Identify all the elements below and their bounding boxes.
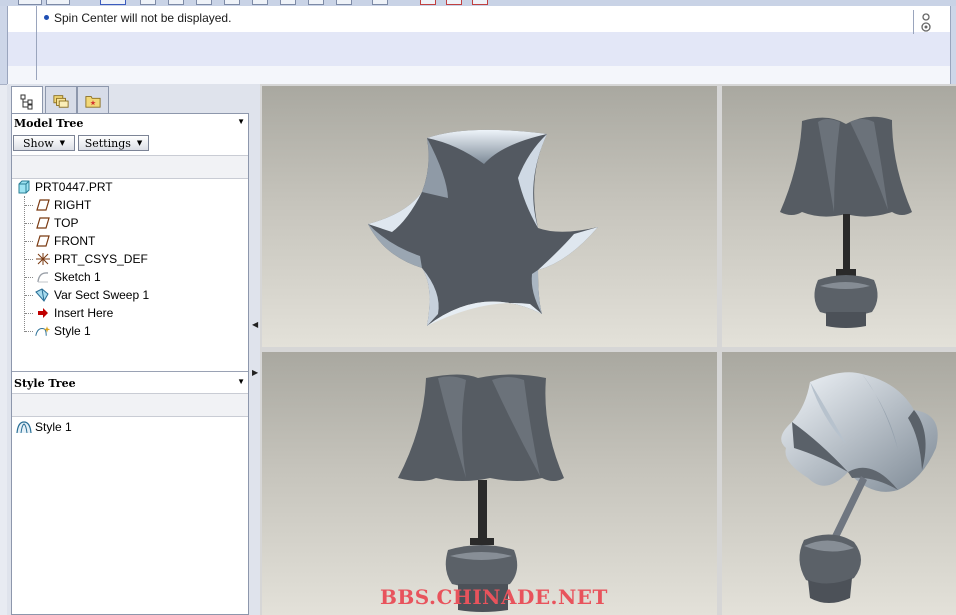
tree-connector [25, 331, 33, 332]
tree-connector [25, 259, 33, 260]
front-view-model [780, 116, 912, 328]
model-tree-title: Model Tree [14, 117, 84, 130]
settings-button[interactable]: Settings ▼ [78, 135, 149, 151]
model-tree-tab[interactable] [11, 86, 43, 116]
toolbar-button[interactable] [308, 0, 324, 5]
message-area-edge [0, 6, 8, 84]
folder-browser-tab-icon [53, 93, 69, 109]
tree-box: Model Tree ▼ Show ▼ Settings ▼ PRT0447.PRT… [11, 113, 249, 615]
message-line: Spin Center will not be displayed. [44, 11, 231, 25]
toolbar-button[interactable] [280, 0, 296, 5]
sweep-icon [35, 288, 51, 302]
datum-plane-icon [35, 234, 51, 248]
part-icon [16, 180, 32, 194]
toolbar-button[interactable] [420, 0, 436, 5]
toolbar-button[interactable] [196, 0, 212, 5]
tree-item-label: TOP [54, 216, 79, 230]
top-view-model [368, 129, 598, 326]
model-tree-filter-bar[interactable] [12, 155, 248, 179]
model-tree-menu-icon[interactable]: ▼ [237, 117, 245, 126]
model-tree-tab-icon [19, 94, 35, 110]
datum-plane-icon [35, 198, 51, 212]
chevron-down-icon: ▼ [59, 139, 66, 147]
tree-item-label: Style 1 [35, 420, 72, 434]
tree-connector [25, 223, 33, 224]
isometric-view-pane[interactable] [722, 352, 956, 615]
tree-section-divider [12, 371, 248, 372]
navigator-panel: Model Tree ▼ Show ▼ Settings ▼ PRT0447.PRT… [7, 84, 250, 615]
tree-item-top[interactable]: TOP [35, 214, 78, 232]
tree-item-label: PRT_CSYS_DEF [54, 252, 148, 266]
tree-item-label: RIGHT [54, 198, 92, 212]
side-view-model [398, 374, 564, 612]
tree-connector [25, 205, 33, 206]
tree-item-part[interactable]: PRT0447.PRT [16, 178, 113, 196]
toolbar-button[interactable] [140, 0, 156, 5]
message-area: Spin Center will not be displayed. [0, 6, 956, 85]
toolbar-button[interactable] [46, 0, 70, 5]
tree-item-label: Style 1 [54, 324, 91, 338]
tree-item-front[interactable]: FRONT [35, 232, 95, 250]
chevron-down-icon: ▼ [136, 139, 143, 147]
show-button[interactable]: Show ▼ [13, 135, 75, 151]
toolbar-button[interactable] [168, 0, 184, 5]
tree-item-csys[interactable]: PRT_CSYS_DEF [35, 250, 148, 268]
toolbar-button[interactable] [100, 0, 126, 5]
expand-right-icon[interactable]: ▶ [252, 368, 258, 378]
folder-browser-tab[interactable] [45, 86, 77, 114]
tree-item-insert-here[interactable]: Insert Here [35, 304, 113, 322]
message-bullet-icon [44, 15, 49, 20]
coordinate-system-icon [35, 252, 51, 266]
tree-connector [25, 295, 33, 296]
tree-item-right[interactable]: RIGHT [35, 196, 91, 214]
panel-splitter[interactable]: ◀ ▶ [250, 84, 260, 615]
settings-button-label: Settings [84, 136, 131, 150]
tree-item-label: PRT0447.PRT [35, 180, 113, 194]
tree-item-sweep[interactable]: Var Sect Sweep 1 [35, 286, 149, 304]
toolbar-button[interactable] [372, 0, 388, 5]
style-tree-filter-bar[interactable] [12, 393, 248, 417]
toolbar-button[interactable] [252, 0, 268, 5]
tree-connector [25, 277, 33, 278]
toolbar-button[interactable] [472, 0, 488, 5]
sketch-icon [35, 270, 51, 284]
tree-connector [25, 241, 33, 242]
tree-item-label: Var Sect Sweep 1 [54, 288, 150, 302]
message-gutter [36, 6, 37, 80]
style-tree-item-style[interactable]: Style 1 [16, 418, 72, 436]
collapse-left-icon[interactable]: ◀ [252, 320, 258, 330]
favorites-tab-icon [85, 93, 101, 109]
style-icon [35, 324, 51, 338]
tree-item-label: Insert Here [54, 306, 114, 320]
style-tree-menu-icon[interactable]: ▼ [237, 377, 245, 386]
message-text: Spin Center will not be displayed. [54, 11, 232, 25]
question-info-icon[interactable] [919, 12, 933, 34]
tree-connector [25, 313, 33, 314]
watermark-text: BBS.CHINADE.NET [380, 585, 608, 609]
style-icon [16, 420, 32, 434]
toolbar-button[interactable] [18, 0, 42, 5]
isometric-view-model [781, 372, 938, 603]
front-view-pane[interactable] [722, 86, 956, 347]
insert-arrow-icon [35, 306, 51, 320]
tree-item-label: FRONT [54, 234, 96, 248]
tree-item-label: Sketch 1 [54, 270, 101, 284]
side-view-pane[interactable] [262, 352, 717, 615]
style-tree-title: Style Tree [14, 377, 76, 390]
favorites-tab[interactable] [77, 86, 109, 114]
graphics-viewport[interactable] [260, 84, 956, 615]
datum-plane-icon [35, 216, 51, 230]
message-divider [913, 10, 914, 34]
show-button-label: Show [22, 136, 54, 150]
toolbar-button[interactable] [446, 0, 462, 5]
tree-connector [24, 196, 25, 332]
toolbar-button[interactable] [224, 0, 240, 5]
message-area-edge [950, 6, 956, 84]
tree-item-sketch[interactable]: Sketch 1 [35, 268, 101, 286]
tree-item-style[interactable]: Style 1 [35, 322, 91, 340]
top-view-pane[interactable] [262, 86, 717, 347]
toolbar-button[interactable] [336, 0, 352, 5]
